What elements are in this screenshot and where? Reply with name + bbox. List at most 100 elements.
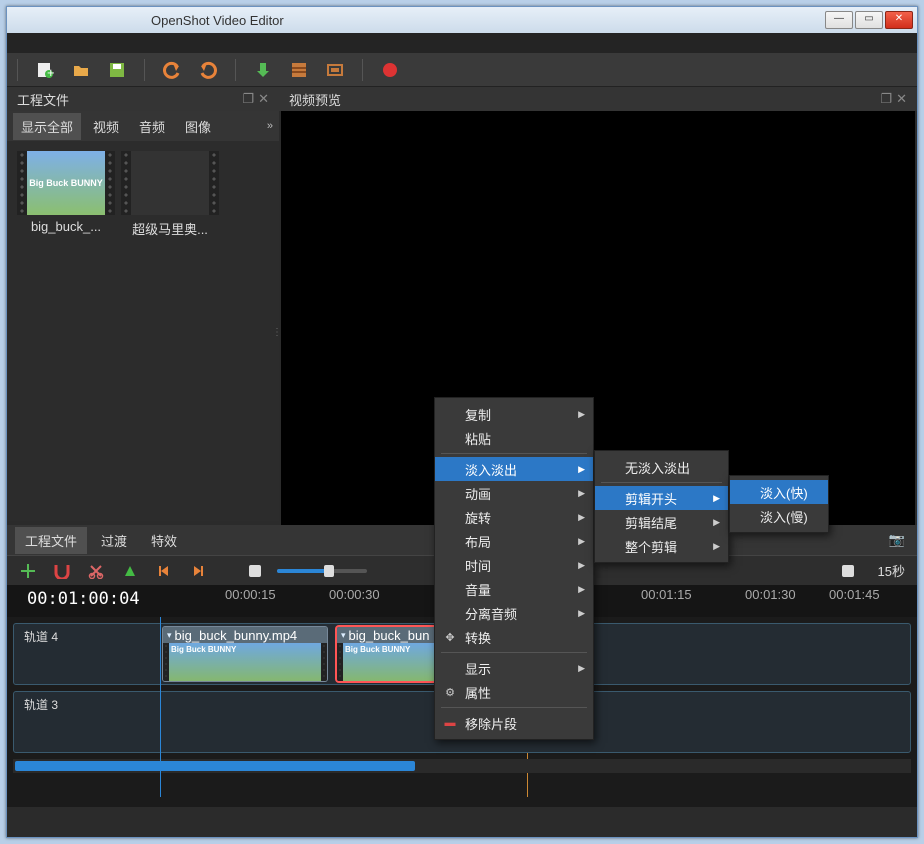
zoom-toggle-icon[interactable] (842, 565, 854, 577)
timeline-clip[interactable]: ▾big_buck_bunny.mp4 Big Buck BUNNY (162, 626, 328, 682)
ctx-properties[interactable]: ⚙属性 (435, 680, 593, 704)
add-marker-icon[interactable] (121, 562, 139, 580)
tab-transitions[interactable]: 过渡 (91, 527, 137, 554)
file-item-mario[interactable]: 超级马里奥... (121, 151, 219, 238)
tab-show-all[interactable]: 显示全部 (13, 113, 81, 140)
ctx-time[interactable]: 时间▶ (435, 553, 593, 577)
import-files-icon[interactable] (254, 61, 272, 79)
project-files-title: 工程文件 (17, 90, 69, 109)
close-panel-icon[interactable]: ✕ (258, 91, 269, 107)
ctx-separate-audio[interactable]: 分离音频▶ (435, 601, 593, 625)
project-files-area[interactable]: Big Buck BUNNY big_buck_... 超级马里奥... ⋮ (7, 141, 279, 521)
ctx-copy[interactable]: 复制▶ (435, 402, 593, 426)
timeline-h-scrollbar[interactable] (13, 759, 911, 773)
ctx-no-fade[interactable]: 无淡入淡出 (595, 455, 728, 479)
track-label: 轨道 3 (24, 696, 58, 713)
ctx-clip-start[interactable]: 剪辑开头▶ (595, 486, 728, 510)
zoom-slider[interactable] (277, 569, 367, 573)
ctx-display[interactable]: 显示▶ (435, 656, 593, 680)
tab-audio[interactable]: 音频 (131, 113, 173, 140)
ctx-whole-clip[interactable]: 整个剪辑▶ (595, 534, 728, 558)
fullscreen-icon[interactable] (326, 61, 344, 79)
playhead-line (160, 617, 161, 797)
menu-bar (7, 33, 917, 53)
menu-separator (601, 482, 722, 483)
titlebar: OpenShot Video Editor — ▭ ✕ (7, 7, 917, 33)
timecode-display: 00:01:00:04 (27, 589, 140, 609)
ruler-tick: 00:00:15 (225, 587, 276, 602)
chevron-down-icon[interactable]: ▾ (167, 630, 172, 641)
next-marker-icon[interactable] (189, 562, 207, 580)
tab-image[interactable]: 图像 (177, 113, 219, 140)
tabs-overflow-icon[interactable]: » (267, 120, 273, 132)
file-thumbnail (131, 151, 209, 215)
toolbar-separator (362, 59, 363, 81)
undock-icon[interactable]: ❐ (242, 91, 254, 107)
ctx-fade[interactable]: 淡入淡出▶ (435, 457, 593, 481)
undock-icon[interactable]: ❐ (880, 91, 892, 107)
ruler-tick: 00:01:45 (829, 587, 880, 602)
menu-separator (441, 707, 587, 708)
app-window: OpenShot Video Editor — ▭ ✕ + 工程文件 ❐ ✕ (6, 6, 918, 838)
open-project-icon[interactable] (72, 61, 90, 79)
toolbar-separator (235, 59, 236, 81)
move-icon: ✥ (443, 631, 457, 644)
ctx-remove-clip[interactable]: ▬移除片段 (435, 711, 593, 735)
menu-separator (441, 652, 587, 653)
menu-separator (441, 453, 587, 454)
file-label: 超级马里奥... (121, 219, 219, 238)
close-button[interactable]: ✕ (885, 11, 913, 29)
new-project-icon[interactable]: + (36, 61, 54, 79)
snapshot-icon[interactable]: 📷 (889, 532, 905, 548)
tab-project-files[interactable]: 工程文件 (15, 527, 87, 554)
minimize-button[interactable]: — (825, 11, 853, 29)
chevron-down-icon[interactable]: ▾ (341, 630, 346, 641)
ctx-fade-slow[interactable]: 淡入(慢) (730, 504, 828, 528)
export-video-icon[interactable] (381, 61, 399, 79)
ctx-layout[interactable]: 布局▶ (435, 529, 593, 553)
save-project-icon[interactable] (108, 61, 126, 79)
snap-icon[interactable] (53, 562, 71, 580)
main-toolbar: + (7, 53, 917, 87)
ruler-tick: 00:01:30 (745, 587, 796, 602)
redo-icon[interactable] (199, 61, 217, 79)
clip-title: big_buck_bunny.mp4 (175, 628, 298, 643)
window-controls: — ▭ ✕ (825, 11, 913, 29)
ctx-volume[interactable]: 音量▶ (435, 577, 593, 601)
undo-icon[interactable] (163, 61, 181, 79)
maximize-button[interactable]: ▭ (855, 11, 883, 29)
window-title: OpenShot Video Editor (11, 13, 825, 28)
file-label: big_buck_... (17, 219, 115, 234)
tab-effects[interactable]: 特效 (141, 527, 187, 554)
video-preview-title: 视频预览 (289, 90, 341, 109)
toolbar-separator (144, 59, 145, 81)
ruler-tick: 00:00:30 (329, 587, 380, 602)
ruler-tick: 00:01:15 (641, 587, 692, 602)
file-item-bbb[interactable]: Big Buck BUNNY big_buck_... (17, 151, 115, 234)
ctx-transform[interactable]: ✥转换 (435, 625, 593, 649)
project-files-header: 工程文件 ❐ ✕ (7, 87, 279, 111)
clip-title: big_buck_bun (349, 628, 430, 643)
fade-speed-submenu: 淡入(快) 淡入(慢) (729, 475, 829, 533)
choose-profile-icon[interactable] (290, 61, 308, 79)
svg-text:+: + (47, 65, 54, 79)
toolbar-separator (17, 59, 18, 81)
file-thumbnail: Big Buck BUNNY (27, 151, 105, 215)
close-panel-icon[interactable]: ✕ (896, 91, 907, 107)
ctx-fade-fast[interactable]: 淡入(快) (730, 480, 828, 504)
ctx-rotate[interactable]: 旋转▶ (435, 505, 593, 529)
ctx-paste[interactable]: 粘贴 (435, 426, 593, 450)
gear-icon: ⚙ (443, 686, 457, 699)
center-playhead-icon[interactable] (249, 565, 261, 577)
ctx-animate[interactable]: 动画▶ (435, 481, 593, 505)
file-filter-tabs: 显示全部 视频 音频 图像 » (7, 111, 279, 141)
add-track-icon[interactable] (19, 562, 37, 580)
video-preview-header: 视频预览 ❐ ✕ (279, 87, 917, 111)
clip-context-menu: 复制▶ 粘贴 淡入淡出▶ 动画▶ 旋转▶ 布局▶ 时间▶ 音量▶ 分离音频▶ ✥… (434, 397, 594, 740)
razor-icon[interactable] (87, 562, 105, 580)
prev-marker-icon[interactable] (155, 562, 173, 580)
zoom-seconds-label: 15秒 (878, 561, 905, 580)
track-label: 轨道 4 (24, 628, 58, 645)
ctx-clip-end[interactable]: 剪辑结尾▶ (595, 510, 728, 534)
tab-video[interactable]: 视频 (85, 113, 127, 140)
